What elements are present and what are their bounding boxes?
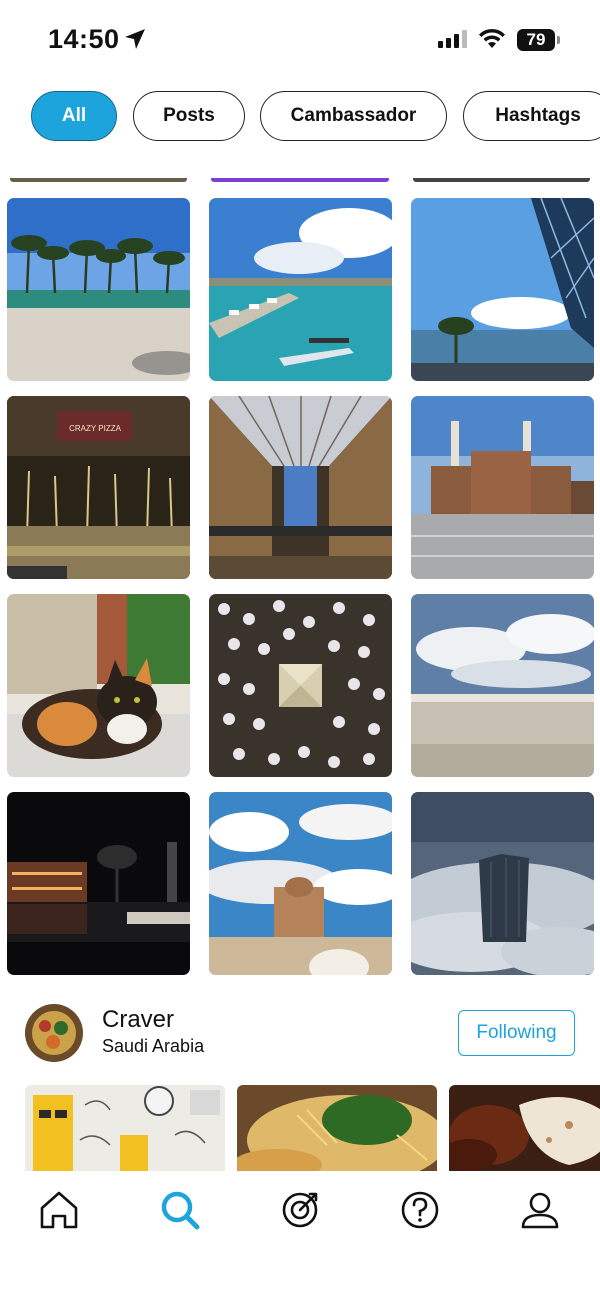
grid-photo[interactable] <box>7 198 190 381</box>
photo-fountain-plaza: CRAZY PIZZA <box>7 396 190 579</box>
avatar-image <box>25 1004 83 1062</box>
photo-night-reflection <box>7 792 190 975</box>
photo-glass-arcade <box>209 396 392 579</box>
filter-chip-all[interactable]: All <box>31 91 117 141</box>
profile-icon[interactable] <box>518 1188 562 1232</box>
filter-chip-label: Posts <box>163 105 215 126</box>
previous-row-edge <box>10 178 187 182</box>
filter-chips: All Posts Cambassador Hashtags <box>0 90 600 144</box>
following-button-label: Following <box>476 1022 557 1043</box>
filter-chip-posts[interactable]: Posts <box>133 91 245 141</box>
profile-country: Saudi Arabia <box>102 1036 205 1056</box>
grid-photo[interactable] <box>209 198 392 381</box>
photo-doodle-wall <box>25 1085 225 1171</box>
photo-meat-bread <box>449 1085 600 1171</box>
status-time: 14:50 <box>48 24 120 54</box>
photo-power-station <box>411 396 594 579</box>
search-icon[interactable] <box>158 1188 202 1232</box>
wifi-icon <box>479 28 505 48</box>
location-arrow-icon <box>125 29 145 49</box>
photo-skyscraper-clouds <box>411 792 594 975</box>
home-icon[interactable] <box>37 1188 81 1232</box>
avatar[interactable] <box>25 1004 83 1062</box>
bottom-tab-bar <box>0 1172 600 1299</box>
svg-text:CRAZY PIZZA: CRAZY PIZZA <box>69 424 122 433</box>
photo-mosque-tower <box>209 792 392 975</box>
grid-photo[interactable] <box>209 396 392 579</box>
grid-photo[interactable] <box>411 396 594 579</box>
filter-chip-label: Hashtags <box>495 105 581 126</box>
photo-marina <box>209 198 392 381</box>
photo-beach-clouds <box>411 594 594 777</box>
photo-calico-cat <box>7 594 190 777</box>
filter-chip-label: All <box>61 105 87 126</box>
profile-post-thumbnail[interactable] <box>237 1085 437 1171</box>
battery-tip <box>557 36 560 44</box>
profile-posts-strip <box>0 1085 600 1171</box>
profile-post-thumbnail[interactable] <box>25 1085 225 1171</box>
photo-palm-trees <box>7 198 190 381</box>
help-icon[interactable] <box>398 1188 442 1232</box>
filter-chip-hashtags[interactable]: Hashtags <box>463 91 600 141</box>
previous-row-edge <box>211 178 389 182</box>
filter-chip-cambassador[interactable]: Cambassador <box>260 91 447 141</box>
photo-waterfront-tower <box>411 198 594 381</box>
grid-photo[interactable] <box>411 792 594 975</box>
profile-name[interactable]: Craver <box>102 1006 174 1034</box>
grid-photo[interactable] <box>7 594 190 777</box>
grid-photo[interactable]: CRAZY PIZZA <box>7 396 190 579</box>
cellular-signal-icon <box>438 30 467 48</box>
grid-photo[interactable] <box>209 594 392 777</box>
status-bar: 14:50 79 <box>0 0 600 80</box>
battery-level: 79 <box>526 30 546 49</box>
photo-grid: CRAZY PIZZA <box>0 160 600 980</box>
previous-row-edge <box>413 178 590 182</box>
grid-photo[interactable] <box>209 792 392 975</box>
grid-photo[interactable] <box>411 198 594 381</box>
photo-food-plate <box>237 1085 437 1171</box>
profile-row: Craver Saudi Arabia Following <box>0 990 600 1080</box>
target-icon[interactable] <box>278 1188 322 1232</box>
grid-photo[interactable] <box>411 594 594 777</box>
battery-icon: 79 <box>517 29 555 51</box>
following-button[interactable]: Following <box>458 1010 575 1056</box>
photo-aerial-crowd <box>209 594 392 777</box>
profile-post-thumbnail[interactable] <box>449 1085 600 1171</box>
grid-photo[interactable] <box>7 792 190 975</box>
filter-chip-label: Cambassador <box>290 105 417 126</box>
